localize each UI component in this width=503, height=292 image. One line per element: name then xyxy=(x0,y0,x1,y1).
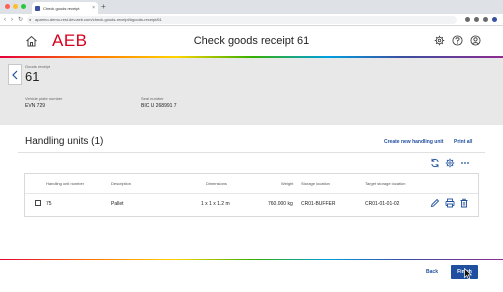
extension-icon[interactable] xyxy=(465,17,470,22)
footer-accent-bar xyxy=(0,259,503,260)
back-button[interactable]: Back xyxy=(420,266,444,278)
back-arrow-button[interactable] xyxy=(8,64,22,85)
description-cell: Pallet xyxy=(111,201,124,207)
table-settings-icon[interactable] xyxy=(445,158,455,168)
delete-icon[interactable] xyxy=(459,198,469,208)
close-window-button[interactable] xyxy=(5,4,10,9)
lock-icon: ● xyxy=(29,17,32,22)
edit-icon[interactable] xyxy=(430,198,440,208)
target-storage-location-cell: CR01-01-01-02 xyxy=(365,201,400,207)
dimensions-cell: 1 x 1 x 1.2 m xyxy=(201,201,230,207)
extension-icon[interactable] xyxy=(474,17,479,22)
column-header[interactable]: Description xyxy=(111,181,131,186)
weight-cell: 760.000 kg xyxy=(268,201,293,207)
tab-title: Check goods receipt xyxy=(43,5,80,11)
back-nav-icon[interactable]: ‹ xyxy=(4,15,6,25)
extension-icon[interactable] xyxy=(483,17,488,22)
column-header[interactable]: Weight xyxy=(281,181,293,186)
new-tab-button[interactable]: + xyxy=(101,2,106,12)
goods-receipt-value: 61 xyxy=(25,69,40,84)
handling-unit-number: 75 xyxy=(46,201,52,207)
column-header[interactable]: Storage location xyxy=(301,181,330,186)
seal-number-label: Seal number xyxy=(141,96,164,101)
browser-toolbar: ‹ › ↻ ● aparmo-demo-rest.dev.aeb.com/che… xyxy=(0,14,503,26)
settings-icon[interactable] xyxy=(434,35,445,46)
page-title: Check goods receipt 61 xyxy=(193,35,310,47)
column-header[interactable]: Target storage location xyxy=(365,181,405,186)
more-icon[interactable] xyxy=(460,158,470,168)
print-all-link[interactable]: Print all xyxy=(454,139,472,145)
tab-strip: Check goods receipt × + xyxy=(0,0,503,14)
vehicle-plate-value: EVN 729 xyxy=(25,103,46,109)
header-icons xyxy=(434,35,481,46)
mouse-cursor-icon xyxy=(464,268,472,280)
row-checkbox[interactable] xyxy=(35,200,41,206)
refresh-icon[interactable] xyxy=(430,158,440,168)
minimize-window-button[interactable] xyxy=(13,4,18,9)
column-header[interactable]: Handling unit number xyxy=(46,181,84,186)
profile-icon[interactable] xyxy=(492,17,497,22)
url-text: aparmo-demo-rest.dev.aeb.com/check-goods… xyxy=(35,17,162,22)
tab-close-icon[interactable]: × xyxy=(92,5,95,11)
favicon-icon xyxy=(35,5,40,11)
handling-units-card: Handling units (1) Create new handling u… xyxy=(18,127,485,219)
goods-receipt-info-panel xyxy=(0,58,503,125)
address-bar[interactable]: ● aparmo-demo-rest.dev.aeb.com/check-goo… xyxy=(27,16,457,24)
window-controls xyxy=(5,4,26,9)
vehicle-plate-label: Vehicle plate number xyxy=(25,96,63,101)
help-icon[interactable] xyxy=(452,35,463,46)
print-icon[interactable] xyxy=(445,198,455,208)
browser-chrome: Check goods receipt × + ‹ › ↻ ● aparmo-d… xyxy=(0,0,503,26)
handling-units-table: Handling unit number Description Dimensi… xyxy=(24,173,479,217)
seal-number-value: BIC U 268991 7 xyxy=(141,103,177,109)
maximize-window-button[interactable] xyxy=(21,4,26,9)
handling-units-title: Handling units (1) xyxy=(25,136,104,147)
create-handling-unit-link[interactable]: Create new handling unit xyxy=(384,139,443,145)
row-separator xyxy=(25,193,478,194)
browser-tab[interactable]: Check goods receipt × xyxy=(32,2,98,14)
column-header[interactable]: Dimensions xyxy=(206,181,227,186)
extension-icons xyxy=(465,16,497,22)
chevron-left-icon xyxy=(12,70,18,79)
app-header: AEB Check goods receipt 61 xyxy=(0,26,503,56)
reload-icon[interactable]: ↻ xyxy=(18,15,23,25)
divider xyxy=(18,152,485,153)
user-icon[interactable] xyxy=(470,35,481,46)
forward-nav-icon[interactable]: › xyxy=(11,15,13,25)
storage-location-cell: CR01-BUFFER xyxy=(301,201,336,207)
